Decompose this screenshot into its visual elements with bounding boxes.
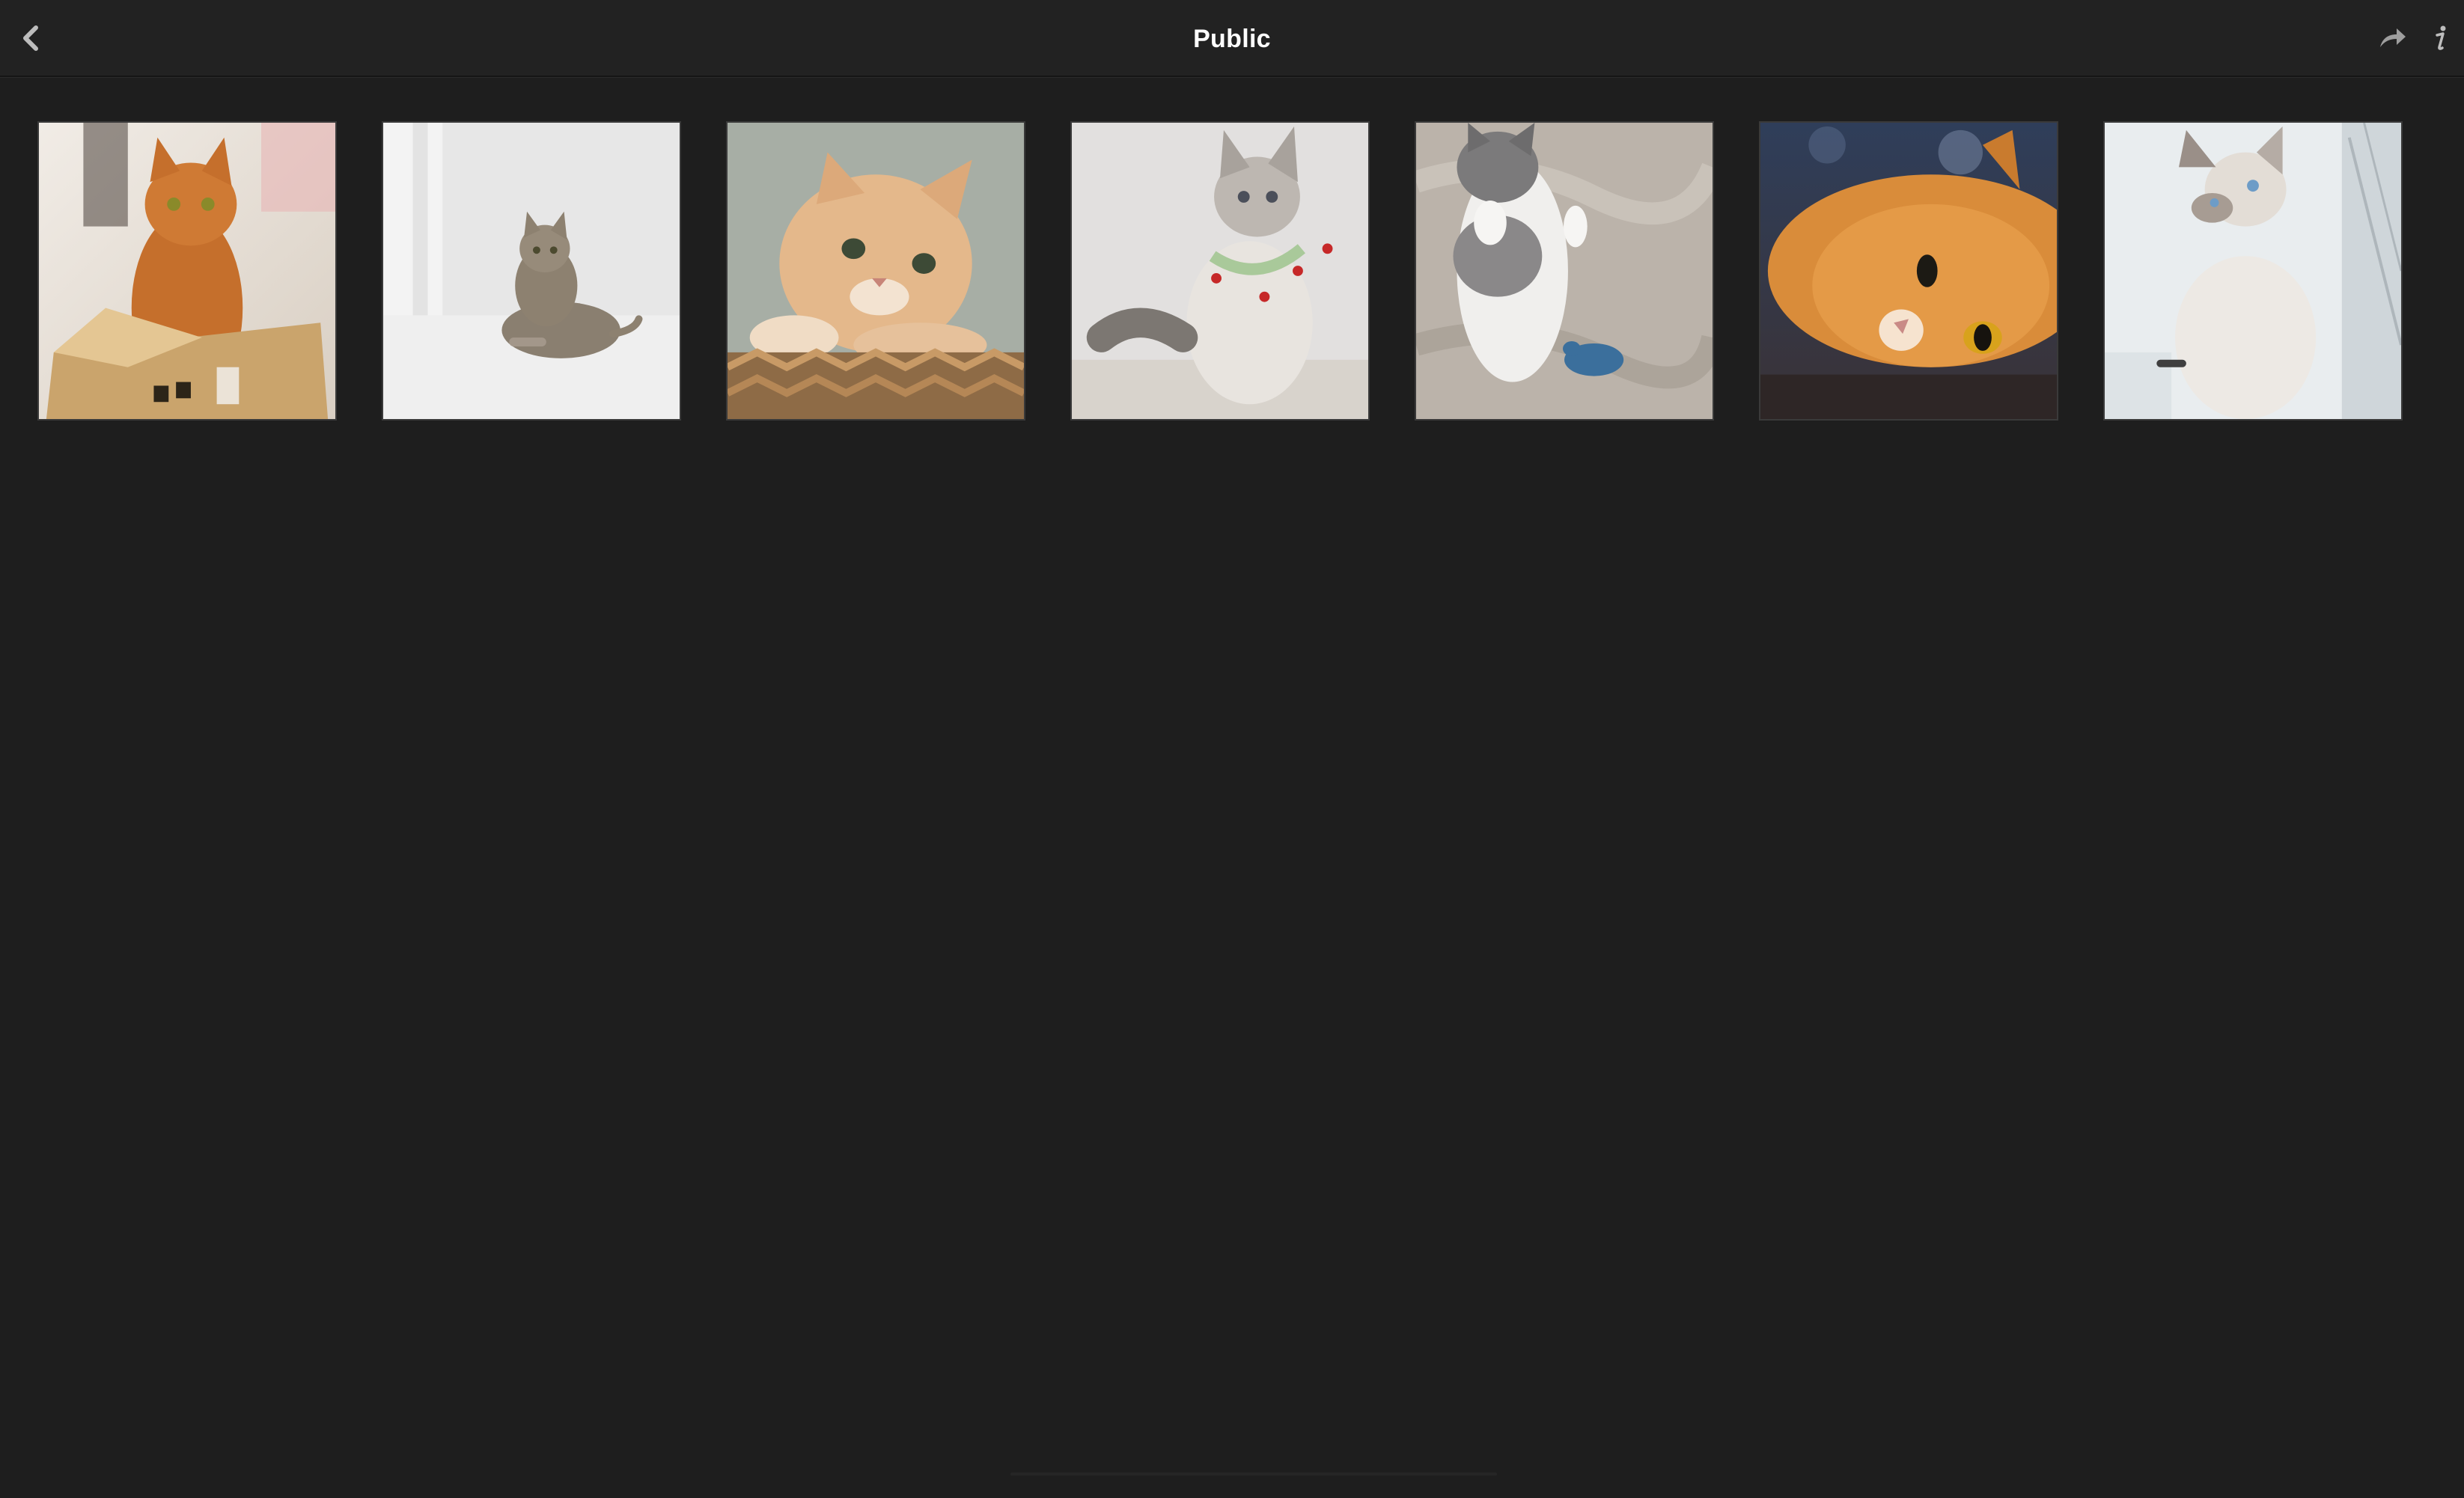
photo-grid [37,121,2403,421]
info-icon [2436,25,2446,50]
info-button[interactable] [2418,15,2464,61]
top-toolbar: Public [0,0,2464,77]
photo-thumbnail[interactable] [37,121,337,421]
photo-thumbnail[interactable] [1070,121,1370,421]
photos-app-window: Public [0,0,2464,1498]
orange-cat-in-box-image [39,123,335,419]
sleeping-kitten-image [1416,123,1713,419]
orange-fluffy-cat-image [1760,123,2057,419]
scroll-indicator [1010,1473,1497,1476]
cream-cat-on-basket-image [728,123,1024,419]
photo-thumbnail[interactable] [1415,121,1714,421]
siamese-kitten-image [2105,123,2401,419]
album-title: Public [1193,25,1271,53]
fluffy-grey-cat-image [1072,123,1368,419]
photo-thumbnail[interactable] [1759,121,2058,421]
tabby-cat-image [383,123,680,419]
share-arrow-icon [2380,28,2406,47]
photo-thumbnail[interactable] [2103,121,2403,421]
photo-thumbnail[interactable] [382,121,681,421]
photo-thumbnail[interactable] [726,121,1025,421]
share-button[interactable] [2370,15,2416,61]
